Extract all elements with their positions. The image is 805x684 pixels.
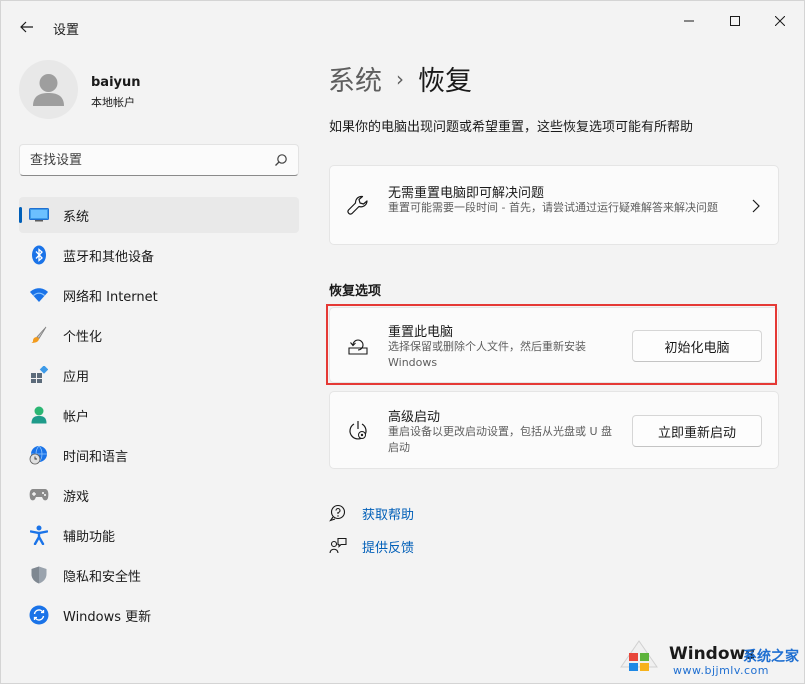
feedback-icon bbox=[328, 536, 348, 556]
sidebar-item-label: Windows 更新 bbox=[63, 609, 152, 625]
advanced-startup-card: 高级启动 重启设备以更改启动设置，包括从光盘或 U 盘启动 立即重新启动 bbox=[329, 391, 779, 469]
back-button[interactable] bbox=[13, 13, 41, 41]
sidebar-item-bluetooth[interactable]: 蓝牙和其他设备 bbox=[19, 237, 299, 273]
get-help-link[interactable]: 获取帮助 bbox=[362, 504, 414, 523]
sidebar-item-network[interactable]: 网络和 Internet bbox=[19, 277, 299, 313]
bluetooth-icon bbox=[29, 245, 49, 265]
reset-pc-card: 重置此电脑 选择保留或删除个人文件，然后重新安装 Windows 初始化电脑 bbox=[329, 307, 779, 383]
breadcrumb-parent[interactable]: 系统 bbox=[328, 59, 382, 98]
system-icon bbox=[29, 205, 49, 225]
settings-window: 设置 baiyun 本地帐户 系统 bbox=[0, 0, 805, 684]
troubleshoot-description: 重置可能需要一段时间 - 首先，请尝试通过运行疑难解答来解决问题 bbox=[388, 201, 718, 214]
reset-pc-button[interactable]: 初始化电脑 bbox=[632, 330, 762, 362]
search-input[interactable] bbox=[30, 145, 270, 175]
sidebar-item-label: 辅助功能 bbox=[63, 529, 116, 545]
reset-pc-icon bbox=[346, 334, 370, 358]
close-button[interactable] bbox=[757, 7, 803, 35]
troubleshoot-card[interactable]: 无需重置电脑即可解决问题 重置可能需要一段时间 - 首先，请尝试通过运行疑难解答… bbox=[329, 165, 779, 245]
shield-icon bbox=[29, 565, 49, 585]
sidebar-item-label: 隐私和安全性 bbox=[63, 569, 142, 585]
sidebar-item-windows-update[interactable]: Windows 更新 bbox=[19, 597, 299, 633]
feedback-link[interactable]: 提供反馈 bbox=[362, 537, 414, 556]
sidebar-item-privacy[interactable]: 隐私和安全性 bbox=[19, 557, 299, 593]
sidebar-item-personalization[interactable]: 个性化 bbox=[19, 317, 299, 353]
minimize-icon bbox=[684, 20, 694, 22]
recovery-options-heading: 恢复选项 bbox=[329, 284, 382, 299]
troubleshoot-title: 无需重置电脑即可解决问题 bbox=[388, 186, 545, 201]
user-silhouette-icon bbox=[33, 74, 64, 106]
breadcrumb-separator: › bbox=[396, 66, 404, 91]
title-bar: 设置 bbox=[1, 1, 804, 47]
restart-now-button[interactable]: 立即重新启动 bbox=[632, 415, 762, 447]
sidebar-item-label: 游戏 bbox=[63, 489, 90, 505]
chevron-right-icon bbox=[752, 199, 760, 213]
avatar[interactable] bbox=[19, 60, 78, 119]
minimize-button[interactable] bbox=[666, 7, 712, 35]
wifi-icon bbox=[29, 285, 49, 305]
advanced-startup-description: 重启设备以更改启动设置，包括从光盘或 U 盘启动 bbox=[388, 425, 613, 454]
close-icon bbox=[775, 16, 785, 26]
sidebar-item-label: 网络和 Internet bbox=[63, 289, 158, 305]
sidebar-item-time-language[interactable]: 时间和语言 bbox=[19, 437, 299, 473]
sidebar-item-label: 应用 bbox=[63, 369, 90, 385]
sidebar-item-label: 系统 bbox=[63, 209, 90, 225]
account-type: 本地帐户 bbox=[91, 96, 135, 109]
user-name: baiyun bbox=[91, 75, 141, 90]
sidebar-item-system[interactable]: 系统 bbox=[19, 197, 299, 233]
maximize-button[interactable] bbox=[712, 7, 758, 35]
feedback-link-row[interactable]: 提供反馈 bbox=[328, 536, 414, 556]
sync-icon bbox=[29, 605, 49, 625]
sidebar-item-gaming[interactable]: 游戏 bbox=[19, 477, 299, 513]
reset-pc-title: 重置此电脑 bbox=[388, 325, 454, 340]
windows-logo-icon bbox=[620, 640, 658, 671]
globe-clock-icon bbox=[29, 445, 49, 465]
page-title: 恢复 bbox=[418, 66, 472, 97]
sidebar-item-label: 个性化 bbox=[63, 329, 103, 345]
reset-pc-description: 选择保留或删除个人文件，然后重新安装 Windows bbox=[388, 340, 586, 369]
sidebar-item-accessibility[interactable]: 辅助功能 bbox=[19, 517, 299, 553]
sidebar-item-apps[interactable]: 应用 bbox=[19, 357, 299, 393]
page-description: 如果你的电脑出现问题或希望重置，这些恢复选项可能有所帮助 bbox=[329, 120, 694, 135]
arrow-left-icon bbox=[20, 21, 33, 33]
search-icon[interactable] bbox=[274, 153, 288, 167]
gamepad-icon bbox=[29, 485, 49, 505]
advanced-startup-icon bbox=[346, 419, 370, 443]
search-box[interactable] bbox=[19, 144, 299, 176]
apps-icon bbox=[29, 365, 49, 385]
breadcrumb: 系统 › 恢复 bbox=[328, 59, 472, 98]
sidebar-item-label: 蓝牙和其他设备 bbox=[63, 249, 155, 265]
sidebar-item-accounts[interactable]: 帐户 bbox=[19, 397, 299, 433]
wrench-icon bbox=[346, 194, 370, 218]
sidebar-item-label: 帐户 bbox=[63, 409, 90, 425]
accessibility-icon bbox=[29, 525, 49, 545]
brush-icon bbox=[29, 325, 49, 345]
watermark-site: 系统之家 bbox=[743, 649, 799, 665]
sidebar-nav: 系统 蓝牙和其他设备 网络和 Internet 个性化 应用 帐户 时间和语言 … bbox=[19, 197, 299, 637]
get-help-link-row[interactable]: 获取帮助 bbox=[328, 503, 414, 523]
help-icon bbox=[328, 503, 348, 523]
maximize-icon bbox=[730, 16, 740, 26]
account-icon bbox=[29, 405, 49, 425]
advanced-startup-title: 高级启动 bbox=[388, 410, 441, 425]
window-title: 设置 bbox=[53, 23, 80, 38]
watermark-url: www.bjjmlv.com bbox=[673, 664, 769, 677]
sidebar-item-label: 时间和语言 bbox=[63, 449, 129, 465]
